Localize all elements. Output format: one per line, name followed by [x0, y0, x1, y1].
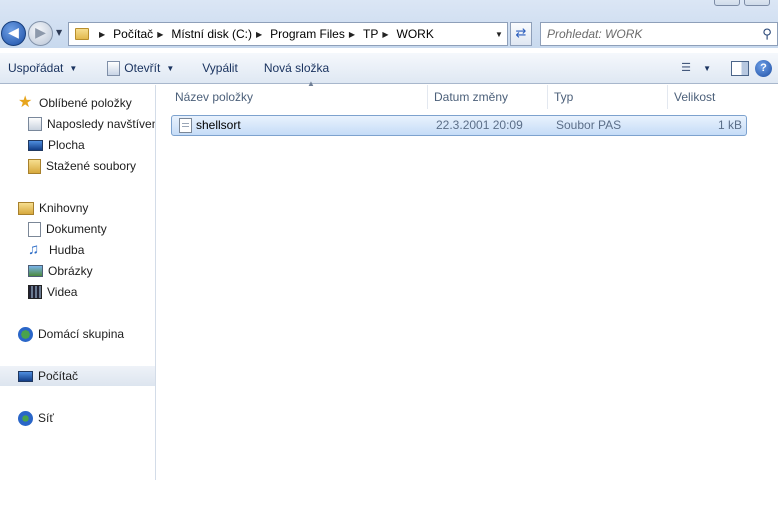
- breadcrumb-tp[interactable]: TP: [363, 27, 378, 41]
- file-list-pane: ▲ Název položky Datum změny Typ Velikost…: [157, 79, 778, 480]
- sidebar-item-music[interactable]: ♫ Hudba: [28, 240, 84, 260]
- document-icon: [107, 60, 121, 76]
- pas-file-icon: [179, 118, 192, 133]
- address-bar-row: ◀ ▶ ▼ ▶ Počítač ▶ Místní disk (C:) ▶ Pro…: [0, 0, 778, 48]
- column-headers: ▲ Název položky Datum změny Typ Velikost: [169, 79, 773, 109]
- desktop-icon: [28, 139, 43, 151]
- breadcrumb-local-disk[interactable]: Místní disk (C:): [171, 27, 252, 41]
- sidebar-item-recent-places[interactable]: Naposledy navštívené: [28, 114, 156, 134]
- navigation-pane: ★ Oblíbené položky Naposledy navštívené …: [0, 85, 156, 480]
- file-name: shellsort: [196, 118, 241, 132]
- music-icon: ♫: [28, 241, 40, 258]
- address-bar[interactable]: ▶ Počítač ▶ Místní disk (C:) ▶ Program F…: [68, 22, 508, 46]
- column-header-size[interactable]: Velikost: [668, 85, 748, 109]
- new-folder-button[interactable]: Nová složka: [256, 56, 337, 80]
- sidebar-item-label: Počítač: [38, 369, 79, 383]
- command-bar: Uspořádat ▼ Otevřít ▼ Vypálit Nová složk…: [0, 52, 778, 84]
- column-header-date[interactable]: Datum změny: [428, 85, 548, 109]
- breadcrumb-computer[interactable]: Počítač: [113, 27, 153, 41]
- star-icon: ★: [18, 94, 33, 111]
- chevron-down-icon[interactable]: ▼: [166, 64, 174, 73]
- network-icon: [18, 410, 33, 426]
- downloads-icon: [28, 158, 41, 174]
- minimize-button[interactable]: [714, 0, 740, 6]
- window-bottom-area: [0, 480, 778, 518]
- pictures-icon: [28, 265, 43, 277]
- sidebar-item-documents[interactable]: Dokumenty: [28, 219, 107, 239]
- sidebar-item-label: Knihovny: [39, 201, 89, 215]
- help-icon[interactable]: ?: [755, 59, 772, 77]
- change-view-icon[interactable]: ☰: [681, 62, 697, 74]
- burn-label: Vypálit: [202, 61, 238, 75]
- window-controls: [714, 0, 770, 6]
- file-date: 22.3.2001 20:09: [436, 118, 523, 132]
- sidebar-item-downloads[interactable]: Stažené soubory: [28, 156, 136, 176]
- sidebar-item-videos[interactable]: Videa: [28, 282, 77, 302]
- forward-button[interactable]: ▶: [28, 21, 53, 46]
- search-box: ⚲: [540, 22, 778, 46]
- chevron-right-icon[interactable]: ▶: [157, 30, 163, 39]
- chevron-down-icon: ▼: [69, 63, 78, 73]
- documents-icon: [28, 221, 41, 237]
- back-button[interactable]: ◀: [1, 21, 26, 46]
- sidebar-item-label: Oblíbené položky: [39, 96, 132, 110]
- file-size: 1 kB: [717, 118, 742, 132]
- sidebar-item-favorites[interactable]: ★ Oblíbené položky: [18, 93, 132, 113]
- recent-pages-dropdown[interactable]: ▼: [56, 28, 66, 38]
- chevron-right-icon[interactable]: ▶: [349, 30, 355, 39]
- sidebar-item-computer[interactable]: Počítač: [0, 366, 155, 386]
- sidebar-item-label: Naposledy navštívené: [47, 117, 156, 131]
- recent-places-icon: [28, 117, 42, 131]
- sidebar-item-label: Videa: [47, 285, 78, 299]
- open-label: Otevřít: [124, 61, 161, 75]
- videos-icon: [28, 285, 42, 299]
- column-header-name[interactable]: Název položky: [169, 85, 428, 109]
- sidebar-item-label: Domácí skupina: [38, 327, 125, 341]
- column-header-type[interactable]: Typ: [548, 85, 668, 109]
- chevron-down-icon[interactable]: ▼: [491, 30, 507, 39]
- sidebar-item-label: Dokumenty: [46, 222, 107, 236]
- breadcrumb-work[interactable]: WORK: [397, 27, 434, 41]
- search-input[interactable]: [547, 24, 757, 44]
- sidebar-item-desktop[interactable]: Plocha: [28, 135, 85, 155]
- chevron-right-icon[interactable]: ▶: [99, 30, 105, 39]
- computer-icon: [18, 370, 33, 382]
- burn-button[interactable]: Vypálit: [194, 56, 246, 80]
- refresh-button[interactable]: ⇄: [510, 22, 532, 46]
- sidebar-item-label: Plocha: [48, 138, 85, 152]
- sidebar-item-label: Obrázky: [48, 264, 93, 278]
- chevron-down-icon[interactable]: ▼: [703, 64, 711, 73]
- sidebar-item-network[interactable]: Síť: [18, 408, 54, 428]
- new-folder-label: Nová složka: [263, 61, 330, 75]
- preview-pane-icon[interactable]: [731, 60, 749, 76]
- file-type: Soubor PAS: [556, 118, 622, 132]
- chevron-right-icon[interactable]: ▶: [256, 30, 262, 39]
- sidebar-item-libraries[interactable]: Knihovny: [18, 198, 88, 218]
- folder-icon: [75, 28, 89, 40]
- sidebar-item-homegroup[interactable]: Domácí skupina: [18, 324, 124, 344]
- chevron-right-icon[interactable]: ▶: [382, 30, 388, 39]
- sidebar-item-label: Stažené soubory: [46, 159, 137, 173]
- breadcrumb-program-files[interactable]: Program Files: [270, 27, 345, 41]
- file-row-selected[interactable]: shellsort 22.3.2001 20:09 Soubor PAS 1 k…: [171, 115, 747, 136]
- sidebar-item-label: Síť: [38, 411, 54, 425]
- open-button[interactable]: Otevřít ▼: [99, 56, 182, 80]
- sidebar-item-pictures[interactable]: Obrázky: [28, 261, 93, 281]
- organize-button[interactable]: Uspořádat ▼: [0, 56, 85, 80]
- maximize-button[interactable]: [744, 0, 770, 6]
- organize-label: Uspořádat: [8, 61, 64, 75]
- sidebar-item-label: Hudba: [49, 243, 85, 257]
- libraries-icon: [18, 201, 34, 215]
- search-icon[interactable]: ⚲: [757, 27, 777, 42]
- homegroup-icon: [18, 326, 33, 342]
- toolbar-right-group: ☰ ▼ ?: [681, 59, 778, 77]
